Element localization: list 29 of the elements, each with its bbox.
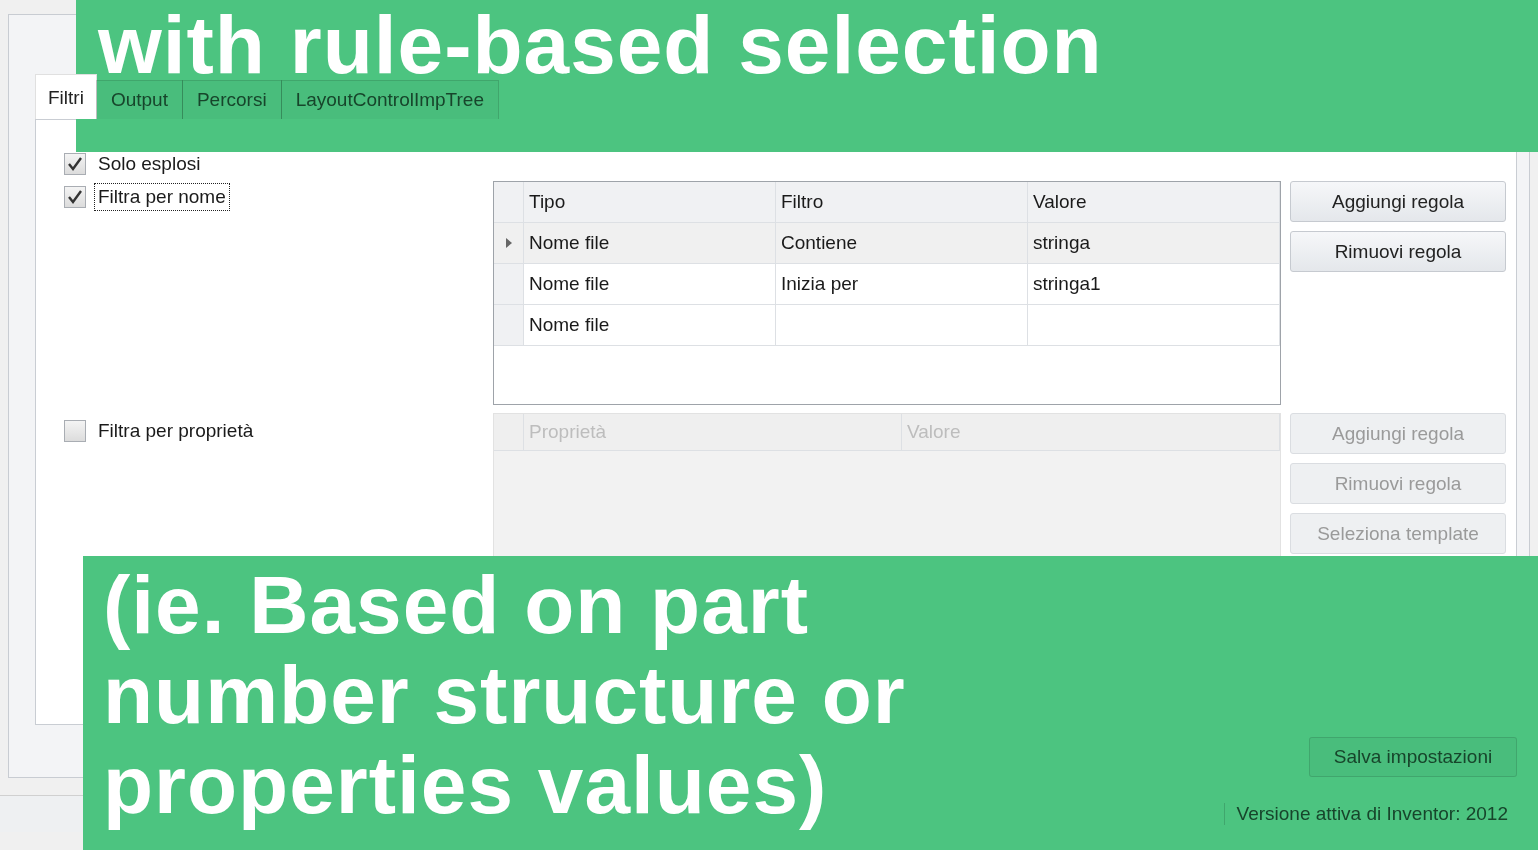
table-cell: Contiene xyxy=(781,232,858,254)
row-header-cell[interactable] xyxy=(494,264,524,304)
table-row[interactable]: Nome file xyxy=(494,305,1280,346)
table-cell: stringa1 xyxy=(1033,273,1101,295)
rule-button[interactable]: Rimuovi regola xyxy=(1290,231,1506,272)
table-row[interactable]: Nome file Contiene stringa xyxy=(494,223,1280,264)
row-pointer-icon xyxy=(505,238,512,248)
row-header-cell[interactable] xyxy=(494,305,524,345)
table-cell: Nome file xyxy=(529,232,610,254)
row-header-cell[interactable] xyxy=(494,223,524,263)
table-cell: Nome file xyxy=(529,314,610,336)
checkmark-icon xyxy=(67,156,83,172)
checkbox[interactable] xyxy=(64,186,86,208)
checkmark-icon xyxy=(67,189,83,205)
tab[interactable]: Filtri xyxy=(35,74,97,119)
column-header[interactable]: Valore xyxy=(1028,182,1280,222)
rule-button[interactable]: Aggiungi regola xyxy=(1290,181,1506,222)
table-cell: Inizia per xyxy=(781,273,859,295)
table-row[interactable]: Nome file Inizia per stringa1 xyxy=(494,264,1280,305)
checkbox[interactable] xyxy=(64,420,86,442)
table-cell: stringa xyxy=(1033,232,1091,254)
column-header[interactable]: Tipo xyxy=(524,182,776,222)
checkbox-label[interactable]: Filtra per proprietà xyxy=(94,417,258,445)
table-cell: Nome file xyxy=(529,273,610,295)
caption-text: (ie. Based on part number structure or properties values) xyxy=(103,560,907,831)
checkbox[interactable] xyxy=(64,153,86,175)
column-header[interactable]: Filtro xyxy=(776,182,1028,222)
checkbox-label[interactable]: Filtra per nome xyxy=(94,183,230,211)
checkbox-label[interactable]: Solo esplosi xyxy=(94,150,205,178)
